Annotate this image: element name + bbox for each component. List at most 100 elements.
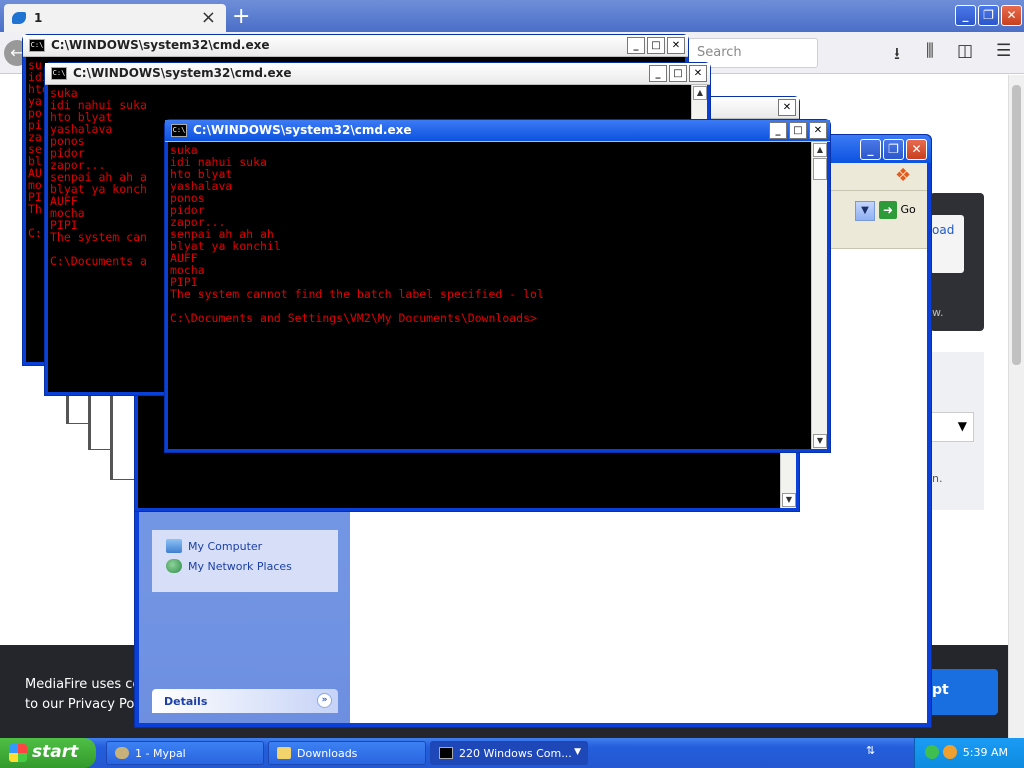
task-label: My Network Places [188, 559, 292, 573]
library-icon[interactable]: ⫼ [926, 41, 934, 61]
taskbar-item-cmd-group[interactable]: 220 Windows Com... ▼ [430, 741, 588, 765]
cmd-window-front: C:\ C:\WINDOWS\system32\cmd.exe _ □ ✕ su… [164, 119, 831, 453]
address-dropdown-icon[interactable]: ▼ [855, 201, 875, 221]
task-label: My Computer [188, 539, 263, 553]
cmd-title-bar[interactable]: C:\ C:\WINDOWS\system32\cmd.exe _ □ ✕ [165, 120, 830, 142]
page-text-2: n. [932, 472, 943, 485]
sidebar-icon[interactable]: ◫ [957, 41, 973, 61]
maximize-button[interactable]: □ [647, 37, 665, 54]
system-tray: 5:39 AM [914, 738, 1024, 768]
maximize-button[interactable]: □ [669, 65, 687, 82]
console-line: AUFF [170, 251, 198, 265]
console-text: suka idi nahui suka hto blyat yashalava pono… [168, 142, 827, 326]
tab-label: 1 [34, 11, 43, 25]
close-button[interactable]: ✕ [778, 99, 796, 116]
taskbar-item-label: Downloads [297, 747, 358, 760]
console-line: idi nahui suka [50, 98, 147, 112]
network-icon[interactable] [925, 745, 939, 759]
console-output[interactable]: suka idi nahui suka hto blyat yashalava pono… [168, 142, 827, 449]
maximize-button[interactable]: □ [789, 122, 807, 139]
minimize-button[interactable]: _ [627, 37, 645, 54]
close-button[interactable]: ✕ [1001, 5, 1022, 26]
new-tab-icon[interactable]: + [232, 4, 250, 29]
tray-scroll-icon[interactable]: ⇅ [866, 744, 875, 757]
cmd-title: C:\WINDOWS\system32\cmd.exe [193, 123, 412, 137]
mypal-icon [115, 747, 129, 759]
tab-close-icon[interactable]: × [201, 7, 216, 28]
close-button[interactable]: ✕ [667, 37, 685, 54]
browser-tab[interactable]: 1 × [4, 4, 226, 32]
console-line: The system cannot find the batch label s… [170, 287, 544, 301]
browser-window-controls: _ ❐ ✕ [955, 5, 1022, 26]
go-label: Go [900, 203, 916, 216]
console-line: yashalava [170, 179, 233, 193]
scrollbar-thumb[interactable] [1012, 85, 1021, 365]
details-header[interactable]: Details » [152, 689, 338, 713]
scroll-down-icon[interactable]: ▼ [782, 493, 796, 507]
console-scrollbar[interactable]: ▲ ▼ [811, 142, 827, 449]
task-my-network-places[interactable]: My Network Places [152, 556, 338, 576]
minimize-button[interactable]: _ [860, 139, 881, 160]
console-line: suka [50, 86, 78, 100]
scroll-up-icon[interactable]: ▲ [693, 86, 707, 100]
scroll-down-icon[interactable]: ▼ [813, 434, 827, 448]
cmd-icon: C:\ [171, 124, 187, 137]
clock: 5:39 AM [962, 746, 1008, 759]
chevron-down-icon: ▼ [957, 419, 967, 433]
cmd-title: C:\WINDOWS\system32\cmd.exe [73, 66, 292, 80]
windows-logo-icon [9, 744, 27, 762]
cmd-title-bar[interactable]: C:\ C:\WINDOWS\system32\cmd.exe _ □ ✕ [45, 63, 710, 85]
folder-icon [277, 747, 291, 759]
close-button[interactable]: ✕ [906, 139, 927, 160]
console-line: mocha [170, 263, 205, 277]
cmd-icon: C:\ [51, 67, 67, 80]
minimize-button[interactable]: _ [649, 65, 667, 82]
minimize-button[interactable]: _ [769, 122, 787, 139]
network-places-icon [166, 559, 182, 573]
taskbar-item-label: 1 - Mypal [135, 747, 186, 760]
close-button[interactable]: ✕ [809, 122, 827, 139]
site-favicon-icon [12, 12, 26, 24]
minimize-button[interactable]: _ [955, 5, 976, 26]
go-button[interactable]: ➜ Go [879, 201, 919, 221]
cmd-title-bar[interactable]: C:\ C:\WINDOWS\system32\cmd.exe _ □ ✕ [23, 35, 688, 57]
taskbar-item-downloads[interactable]: Downloads [268, 741, 426, 765]
scroll-up-icon[interactable]: ▲ [813, 143, 827, 157]
taskbar-item-mypal[interactable]: 1 - Mypal [106, 741, 264, 765]
maximize-button[interactable]: ❐ [978, 5, 999, 26]
menu-icon[interactable]: ☰ [996, 41, 1011, 61]
browser-tab-bar: 1 × + _ ❐ ✕ [0, 0, 1024, 32]
my-computer-icon [166, 539, 182, 553]
task-my-computer[interactable]: My Computer [152, 536, 338, 556]
console-line: idi nahui suka [170, 155, 267, 169]
start-label: start [32, 742, 79, 762]
scrollbar-thumb[interactable] [813, 158, 827, 180]
maximize-button[interactable]: ❐ [883, 139, 904, 160]
console-line: C:\Documents and Settings\VM2\My Documen… [170, 311, 537, 325]
taskbar-item-label: 220 Windows Com... [459, 747, 572, 760]
close-button[interactable]: ✕ [689, 65, 707, 82]
page-dropdown[interactable]: ▼ [930, 412, 974, 442]
expand-chevron-icon[interactable]: » [317, 693, 332, 708]
go-arrow-icon: ➜ [879, 201, 897, 219]
console-line: suka [170, 143, 198, 157]
console-line: ponos [170, 191, 205, 205]
start-button[interactable]: start [0, 738, 96, 768]
windows-logo-icon: ❖ [895, 165, 912, 186]
page-text: w. [932, 306, 944, 319]
cookie-text: MediaFire uses coo to our Privacy Polic [25, 675, 149, 715]
console-line: pidor [170, 203, 205, 217]
cookie-text-line: to our Privacy Polic [25, 697, 149, 712]
search-icon[interactable] [943, 745, 957, 759]
browser-scrollbar[interactable] [1008, 75, 1024, 740]
cookie-text-line: MediaFire uses coo [25, 677, 149, 692]
cmd-title: C:\WINDOWS\system32\cmd.exe [51, 38, 270, 52]
cmd-icon: C:\ [29, 39, 45, 52]
other-places-group: My Computer My Network Places [152, 530, 338, 592]
page-link[interactable]: oad [930, 215, 964, 273]
cmd-icon [439, 747, 453, 759]
console-line: blyat ya konchil [170, 239, 281, 253]
console-line: hto blyat [170, 167, 233, 181]
details-label: Details [164, 695, 208, 708]
download-icon[interactable]: ⭳ [894, 41, 900, 70]
